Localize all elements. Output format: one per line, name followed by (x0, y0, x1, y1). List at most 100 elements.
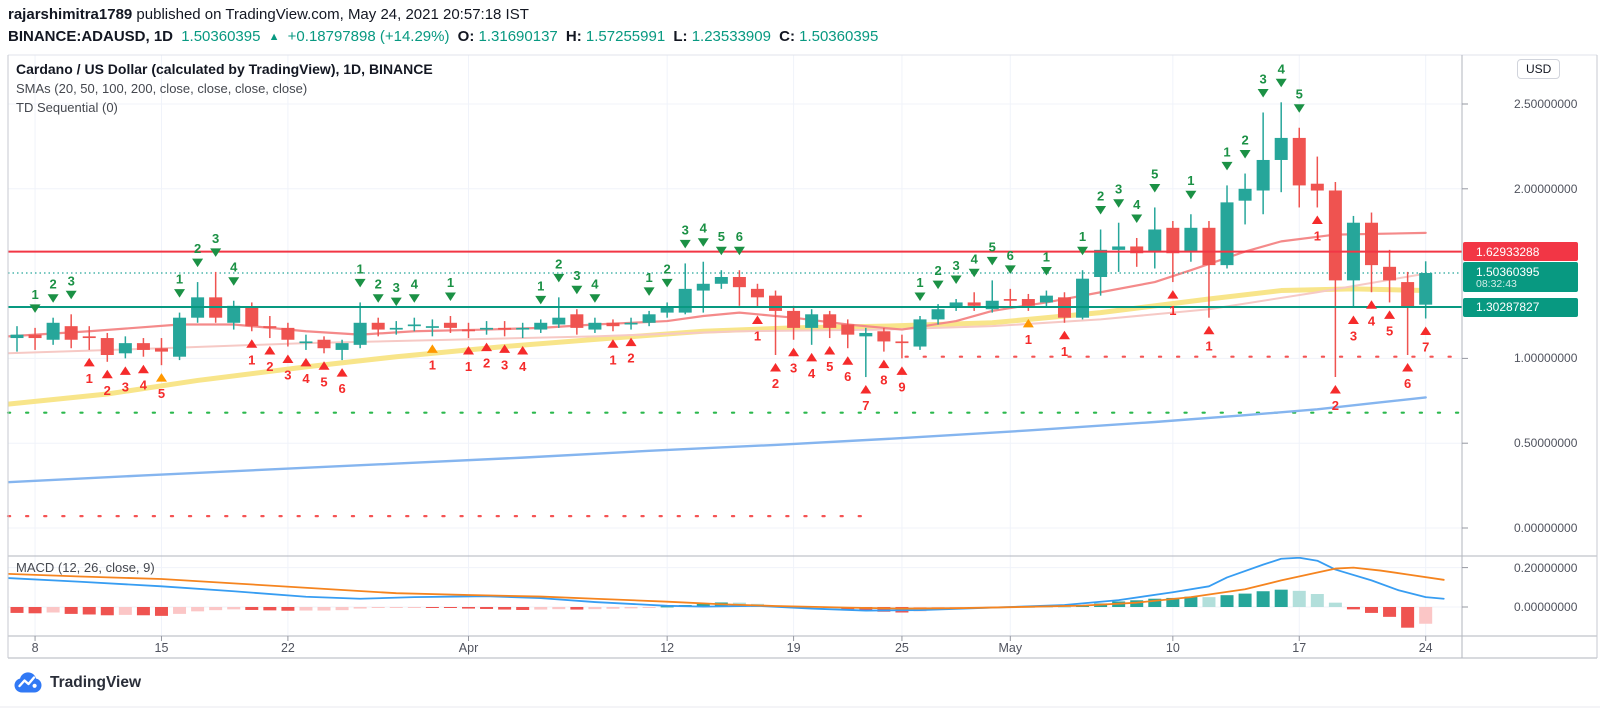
macd-histogram-bar (1256, 591, 1270, 607)
macd-histogram-bar (1220, 595, 1234, 607)
macd-histogram-bar (28, 607, 42, 614)
td-count-green: 1 (31, 287, 38, 302)
td-red-arrow-icon (1384, 310, 1396, 319)
macd-legend[interactable]: MACD (12, 26, close, 9) (16, 560, 155, 575)
macd-histogram-bar (534, 607, 548, 610)
td-count-red: 6 (338, 381, 345, 396)
td-count-green: 5 (718, 229, 725, 244)
td-count-red: 5 (1386, 323, 1393, 338)
candle-body (913, 319, 927, 347)
symbol-name[interactable]: BINANCE:ADAUSD, 1D (8, 28, 173, 45)
td-count-red: 4 (140, 378, 148, 393)
macd-histogram-bar (642, 607, 656, 608)
td-count-green: 4 (591, 277, 599, 292)
chart-legend: Cardano / US Dollar (calculated by Tradi… (16, 60, 433, 117)
price-axis-label: 0.00000000 (1514, 521, 1578, 535)
candle-body (82, 336, 96, 339)
td-dotted-lines (6, 355, 1462, 518)
candle-body (1401, 282, 1415, 308)
td-count-green: 1 (176, 272, 183, 287)
tradingview-brand-text: TradingView (50, 673, 142, 691)
published-line: rajarshimitra1789 published on TradingVi… (8, 6, 529, 23)
td-count-red: 1 (1314, 228, 1321, 243)
time-axis-label: 25 (894, 641, 909, 655)
candle-body (1328, 190, 1342, 281)
td-count-red: 3 (122, 379, 129, 394)
td-count-red: 2 (772, 376, 779, 391)
legend-symbol-title[interactable]: Cardano / US Dollar (calculated by Tradi… (16, 60, 433, 79)
candle-body (1166, 227, 1180, 254)
td-count-green: 6 (1007, 248, 1014, 263)
candle-body (389, 327, 403, 330)
td-red-arrow-icon (300, 357, 312, 367)
candle-body (1094, 249, 1108, 277)
candle-body (227, 305, 241, 323)
candle-body (660, 307, 674, 313)
macd-histogram-bar (299, 607, 313, 611)
candle-body (877, 331, 891, 342)
td-count-green: 4 (1133, 197, 1141, 212)
td-count-red: 1 (609, 352, 616, 367)
td-count-red: 4 (1368, 313, 1376, 328)
candle-body (100, 338, 114, 356)
td-count-red: 2 (627, 351, 634, 366)
macd-histogram-bar (1238, 593, 1252, 607)
td-count-red: 7 (1422, 339, 1429, 354)
candle-body (787, 310, 801, 328)
candle-body (1021, 299, 1035, 306)
td-count-red: 3 (501, 357, 508, 372)
macd-histogram-bar (516, 607, 530, 610)
td-red-arrow-icon (751, 315, 763, 325)
candle-body (552, 317, 566, 325)
td-red-arrow-icon (770, 363, 782, 372)
macd-histogram (10, 589, 1433, 628)
candle-body (299, 341, 313, 344)
currency-toggle-button[interactable]: USD (1517, 59, 1561, 79)
td-red-arrow-icon (860, 385, 872, 394)
td-red-arrow-icon (426, 344, 438, 353)
td-red-arrow-icon (1167, 290, 1179, 299)
td-red-arrow-icon (896, 366, 908, 375)
macd-histogram-bar (353, 607, 367, 609)
published-text: published on TradingView.com, May 24, 20… (132, 6, 529, 23)
candle-body (1292, 137, 1306, 186)
macd-histogram-bar (480, 607, 494, 609)
macd-histogram-bar (10, 607, 24, 613)
macd-histogram-bar (118, 607, 132, 615)
td-count-green: 1 (1043, 250, 1050, 265)
td-green-arrow-icon (354, 278, 366, 288)
td-green-arrow-icon (1040, 267, 1052, 276)
close-label: C: (779, 28, 795, 45)
td-green-arrow-icon (1131, 214, 1143, 223)
candle-body (335, 343, 349, 350)
td-count-red: 2 (1332, 398, 1339, 413)
candle-body (1148, 229, 1162, 252)
td-green-arrow-icon (661, 278, 673, 288)
tradingview-brand[interactable]: TradingView (14, 672, 141, 693)
candle-body (64, 326, 78, 340)
td-red-arrow-icon (878, 359, 890, 369)
price-change: +0.18797898 (+14.29%) (287, 28, 450, 45)
macd-histogram-bar (263, 607, 277, 611)
td-count-red: 3 (790, 361, 797, 376)
td-green-arrow-icon (29, 304, 41, 313)
td-count-green: 4 (1278, 61, 1286, 76)
macd-histogram-bar (1365, 607, 1378, 613)
high-value: 1.57255991 (585, 28, 666, 45)
td-red-arrow-icon (155, 373, 167, 382)
td-green-arrow-icon (1221, 161, 1233, 171)
legend-td-sequential-row[interactable]: TD Sequential (0) (16, 98, 433, 117)
td-count-red: 5 (158, 386, 165, 401)
candle-body (642, 314, 656, 323)
candle-body (498, 327, 512, 330)
td-green-arrow-icon (1185, 190, 1197, 200)
td-count-green: 1 (447, 275, 454, 290)
td-green-arrow-icon (1095, 206, 1107, 215)
td-count-green: 2 (1097, 189, 1104, 204)
macd-histogram-bar (173, 607, 187, 614)
macd-histogram-bar (227, 607, 241, 610)
price-tag: 1.30287827 (1463, 297, 1578, 317)
td-count-green: 1 (537, 278, 544, 293)
td-count-red: 9 (898, 379, 905, 394)
legend-smas-row[interactable]: SMAs (20, 50, 100, 200, close, close, cl… (16, 79, 433, 98)
